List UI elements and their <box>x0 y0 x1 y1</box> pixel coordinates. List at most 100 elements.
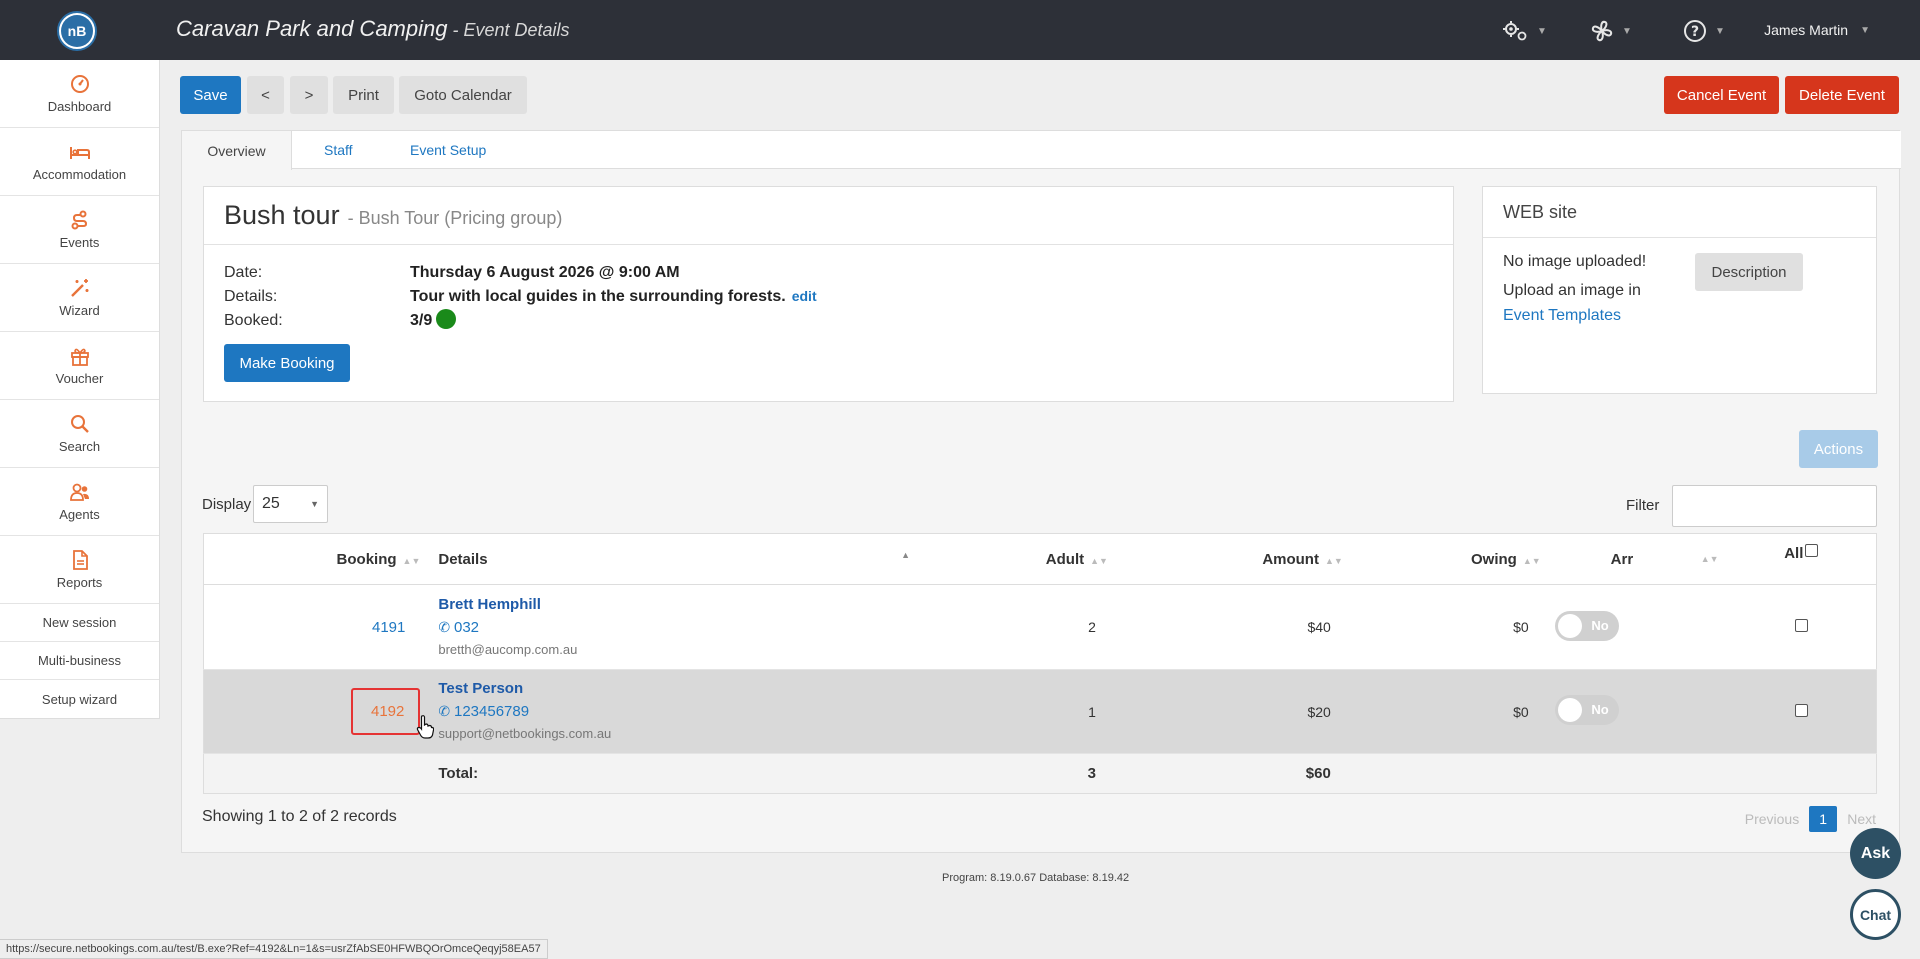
help-icon: ? <box>1684 20 1706 42</box>
booking-number-link[interactable]: 4192 <box>351 688 421 735</box>
total-row: Total: 3 $60 <box>203 753 1877 794</box>
arrived-toggle[interactable]: No <box>1554 610 1619 641</box>
display-count-select[interactable]: 25 ▼ <box>253 485 328 523</box>
column-header-adult[interactable]: Adult ▲▼ <box>918 533 1108 585</box>
previous-event-button[interactable]: < <box>247 76 284 114</box>
previous-page-button[interactable]: Previous <box>1745 811 1799 827</box>
next-event-button[interactable]: > <box>290 76 328 114</box>
cancel-event-button[interactable]: Cancel Event <box>1664 76 1779 114</box>
bookings-table: Booking ▲▼ Details ▲ Adult ▲▼ Amount ▲▼ Owin… <box>203 533 1877 794</box>
customer-email: bretth@aucomp.com.au <box>438 641 578 657</box>
sidebar-item-voucher[interactable]: Voucher <box>0 332 159 400</box>
booking-cell: 4191 <box>203 584 421 670</box>
page-number-button[interactable]: 1 <box>1809 806 1838 832</box>
next-page-button[interactable]: Next <box>1847 811 1876 827</box>
settings-gears-icon <box>1503 21 1527 41</box>
app-title: Caravan Park and Camping <box>176 16 448 41</box>
booked-value-row: 3/9 <box>410 309 457 330</box>
goto-calendar-button[interactable]: Goto Calendar <box>399 76 527 114</box>
user-name: James Martin <box>1764 22 1849 38</box>
total-empty-cell <box>1540 753 1727 794</box>
select-cell <box>1726 584 1877 670</box>
sidebar-item-events[interactable]: Events <box>0 196 159 264</box>
event-templates-link[interactable]: Event Templates <box>1503 307 1621 325</box>
sidebar-link-multi-business[interactable]: Multi-business <box>0 642 159 680</box>
sidebar-item-search[interactable]: Search <box>0 400 159 468</box>
actions-button[interactable]: Actions <box>1799 430 1878 468</box>
sidebar-link-setup-wizard[interactable]: Setup wizard <box>0 680 159 718</box>
save-button[interactable]: Save <box>180 76 241 114</box>
sort-ascending-icon: ▲ <box>901 550 911 560</box>
page-subtitle: Event Details <box>463 20 570 40</box>
tools-menu[interactable]: ▼ <box>1590 18 1632 44</box>
customer-phone-link[interactable]: 032 <box>454 619 479 636</box>
customer-name-link[interactable]: Test Person <box>438 678 918 700</box>
arrived-cell: No <box>1540 669 1727 754</box>
route-icon <box>71 210 87 230</box>
user-menu[interactable]: James Martin ▼ <box>1764 22 1870 38</box>
display-count-value: 25 <box>262 495 280 512</box>
details-cell: Test Person ✆ 123456789 support@netbooki… <box>420 669 919 754</box>
select-all-checkbox[interactable] <box>1805 544 1819 557</box>
title-separator: - <box>447 20 464 40</box>
sidebar: Dashboard Accommodation Events Wizard Vo… <box>0 60 160 719</box>
sidebar-item-reports[interactable]: Reports <box>0 536 159 604</box>
make-booking-button[interactable]: Make Booking <box>224 344 350 382</box>
total-empty-cell <box>1342 753 1541 794</box>
sidebar-item-label: Events <box>59 235 100 250</box>
row-select-checkbox[interactable] <box>1794 703 1808 717</box>
column-header-owing[interactable]: Owing ▲▼ <box>1342 533 1541 585</box>
select-cell <box>1726 669 1877 754</box>
table-header-row: Booking ▲▼ Details ▲ Adult ▲▼ Amount ▲▼ Owin… <box>203 533 1877 585</box>
row-select-checkbox[interactable] <box>1794 619 1808 632</box>
customer-phone-link[interactable]: 123456789 <box>454 703 529 720</box>
filter-input[interactable] <box>1672 485 1877 527</box>
sidebar-item-agents[interactable]: Agents <box>0 468 159 536</box>
event-name: Bush tour <box>224 200 340 230</box>
delete-event-button[interactable]: Delete Event <box>1785 76 1899 114</box>
chevron-down-icon: ▼ <box>1860 24 1870 36</box>
help-menu[interactable]: ? ▼ <box>1683 18 1725 44</box>
ask-button[interactable]: Ask <box>1850 828 1901 879</box>
customer-name-link[interactable]: Brett Hemphill <box>438 594 918 616</box>
sidebar-item-accommodation[interactable]: Accommodation <box>0 128 159 196</box>
customer-email: support@netbookings.com.au <box>438 726 612 741</box>
version-info: Program: 8.19.0.67 Database: 8.19.42 <box>942 872 1130 884</box>
column-header-arr[interactable]: Arr ▲▼ <box>1540 533 1727 585</box>
search-icon <box>70 415 89 433</box>
sidebar-link-new-session[interactable]: New session <box>0 604 159 642</box>
column-header-details[interactable]: Details ▲ <box>420 533 919 585</box>
column-header-booking[interactable]: Booking ▲▼ <box>203 533 421 585</box>
tab-overview[interactable]: Overview <box>182 131 292 170</box>
description-button[interactable]: Description <box>1695 253 1803 291</box>
arrived-toggle[interactable]: No <box>1554 695 1619 725</box>
booked-value: 3/9 <box>410 312 433 329</box>
sidebar-item-wizard[interactable]: Wizard <box>0 264 159 332</box>
booking-number-link[interactable]: 4191 <box>372 619 405 636</box>
settings-menu[interactable]: ▼ <box>1501 18 1547 44</box>
sidebar-item-dashboard[interactable]: Dashboard <box>0 60 159 128</box>
netbookings-logo[interactable]: nB <box>57 11 97 51</box>
amount-cell: $20 <box>1107 669 1343 754</box>
caret-down-icon: ▼ <box>310 499 319 509</box>
edit-details-link[interactable]: edit <box>792 288 817 304</box>
chat-button[interactable]: Chat <box>1850 889 1901 940</box>
fan-icon <box>1591 20 1613 42</box>
tab-event-setup[interactable]: Event Setup <box>410 131 486 169</box>
sort-icon: ▲▼ <box>1522 555 1541 566</box>
chevron-down-icon: ▼ <box>1715 25 1725 37</box>
sidebar-item-label: Reports <box>56 575 103 590</box>
print-button[interactable]: Print <box>333 76 394 114</box>
tab-staff[interactable]: Staff <box>324 131 353 169</box>
column-header-amount[interactable]: Amount ▲▼ <box>1107 533 1343 585</box>
details-value-row: Tour with local guides in the surroundin… <box>410 288 817 306</box>
event-heading: Bush tour - Bush Tour (Pricing group) <box>204 187 1453 245</box>
web-site-card: WEB site No image uploaded! Upload an im… <box>1482 186 1877 394</box>
chevron-down-icon: ▼ <box>1622 25 1632 37</box>
total-label: Total: <box>420 753 919 794</box>
event-pricing-group: - Bush Tour (Pricing group) <box>347 208 563 228</box>
details-value: Tour with local guides in the surroundin… <box>410 288 786 305</box>
no-image-text: No image uploaded! <box>1503 253 1647 270</box>
bed-icon <box>69 147 90 159</box>
sidebar-item-label: Wizard <box>59 303 100 318</box>
